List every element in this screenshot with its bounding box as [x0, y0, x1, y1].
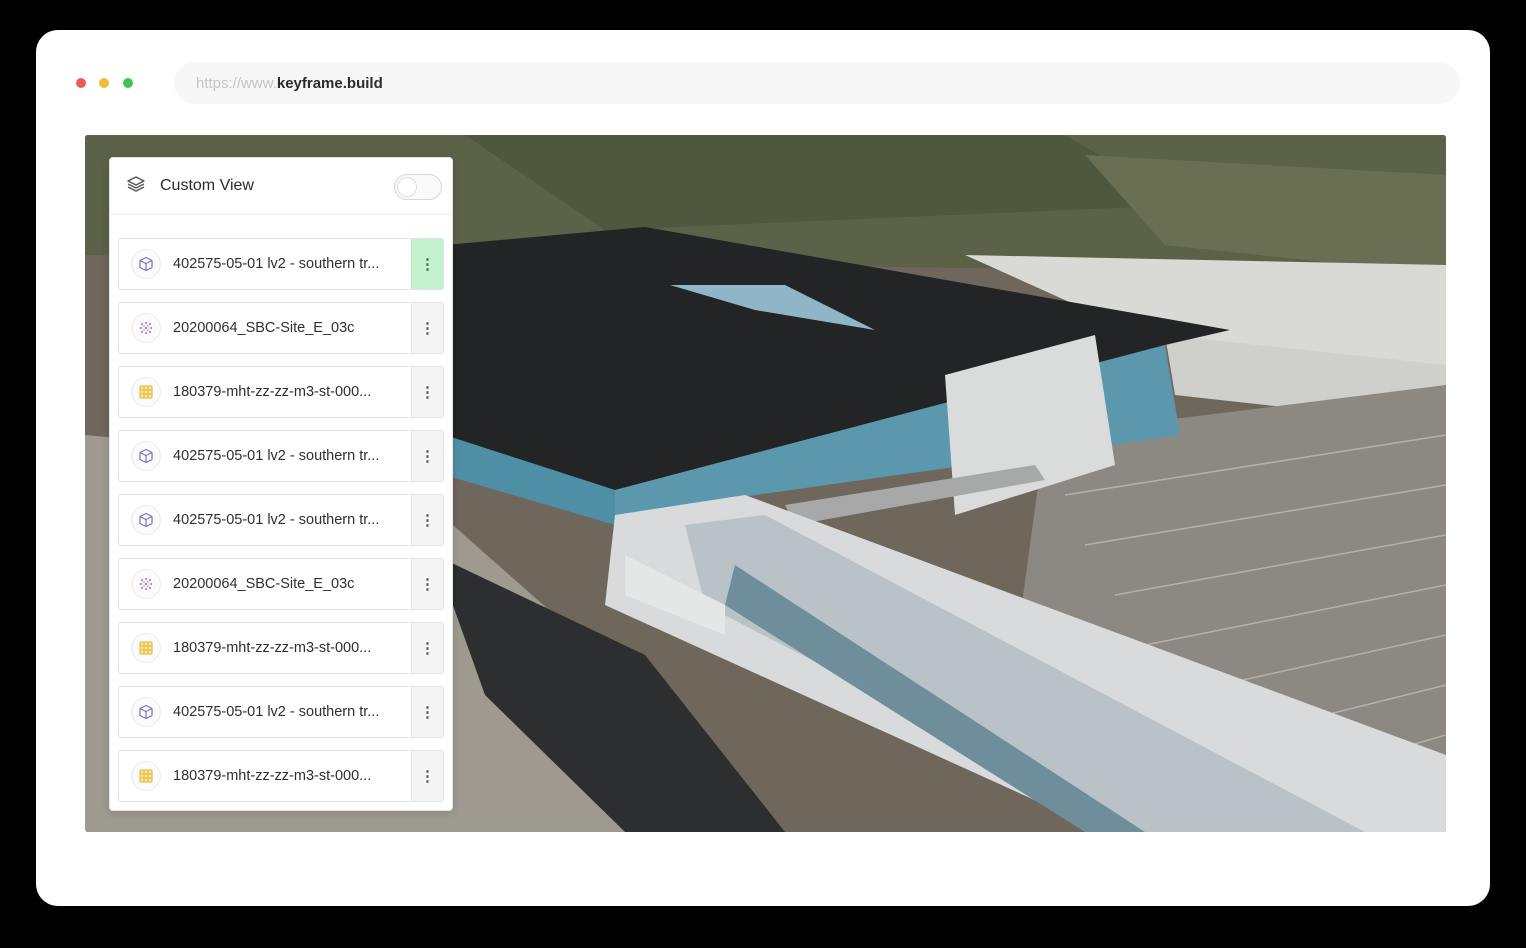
layer-name: 20200064_SBC-Site_E_03c — [173, 576, 355, 592]
layer-more-menu-button[interactable]: ⋮ — [411, 303, 443, 353]
cube-icon — [131, 505, 161, 535]
cube-icon — [131, 441, 161, 471]
cube-icon — [131, 249, 161, 279]
layer-more-menu-button[interactable]: ⋮ — [411, 687, 443, 737]
layer-more-menu-button[interactable]: ⋮ — [411, 431, 443, 481]
address-bar[interactable]: https://www. keyframe.build — [174, 62, 1460, 104]
layer-row[interactable]: 180379-mht-zz-zz-m3-st-000... ⋮ — [118, 750, 444, 802]
minimize-window-button[interactable] — [99, 78, 109, 88]
layer-more-menu-button[interactable]: ⋮ — [411, 751, 443, 801]
layer-row[interactable]: 402575-05-01 lv2 - southern tr... ⋮ — [118, 238, 444, 290]
layer-name: 402575-05-01 lv2 - southern tr... — [173, 512, 380, 528]
custom-view-toggle[interactable] — [394, 174, 442, 200]
layer-row[interactable]: 20200064_SBC-Site_E_03c ⋮ — [118, 302, 444, 354]
layer-row[interactable]: 20200064_SBC-Site_E_03c ⋮ — [118, 558, 444, 610]
layer-more-menu-button[interactable]: ⋮ — [411, 559, 443, 609]
panel-header: Custom View — [110, 158, 452, 215]
layer-name: 402575-05-01 lv2 - southern tr... — [173, 256, 380, 272]
layer-name: 402575-05-01 lv2 - southern tr... — [173, 448, 380, 464]
layer-more-menu-button[interactable]: ⋮ — [411, 367, 443, 417]
layer-name: 20200064_SBC-Site_E_03c — [173, 320, 355, 336]
layer-row[interactable]: 402575-05-01 lv2 - southern tr... ⋮ — [118, 494, 444, 546]
cube-icon — [131, 697, 161, 727]
panel-title: Custom View — [160, 177, 254, 194]
layer-more-menu-button[interactable]: ⋮ — [411, 239, 443, 289]
layer-name: 402575-05-01 lv2 - southern tr... — [173, 704, 380, 720]
url-domain: keyframe.build — [276, 74, 383, 92]
layer-list: 402575-05-01 lv2 - southern tr... ⋮ 202000… — [118, 238, 444, 814]
browser-window: https://www. keyframe.build Custom View … — [36, 30, 1490, 906]
toggle-knob — [397, 177, 417, 197]
layer-name: 180379-mht-zz-zz-m3-st-000... — [173, 640, 372, 656]
layer-row[interactable]: 180379-mht-zz-zz-m3-st-000... ⋮ — [118, 622, 444, 674]
point-cloud-icon — [131, 569, 161, 599]
grid-icon — [131, 761, 161, 791]
3d-map-viewport[interactable]: Custom View 402575-05-01 lv2 - southern … — [85, 135, 1446, 832]
layer-more-menu-button[interactable]: ⋮ — [411, 495, 443, 545]
layer-row[interactable]: 402575-05-01 lv2 - southern tr... ⋮ — [118, 686, 444, 738]
layer-name: 180379-mht-zz-zz-m3-st-000... — [173, 384, 372, 400]
url-prefix: https://www. — [196, 74, 277, 92]
layer-more-menu-button[interactable]: ⋮ — [411, 623, 443, 673]
point-cloud-icon — [131, 313, 161, 343]
close-window-button[interactable] — [76, 78, 86, 88]
layer-row[interactable]: 180379-mht-zz-zz-m3-st-000... ⋮ — [118, 366, 444, 418]
maximize-window-button[interactable] — [123, 78, 133, 88]
layers-panel: Custom View 402575-05-01 lv2 - southern … — [109, 157, 453, 811]
layers-icon — [126, 174, 146, 199]
grid-icon — [131, 633, 161, 663]
layer-row[interactable]: 402575-05-01 lv2 - southern tr... ⋮ — [118, 430, 444, 482]
grid-icon — [131, 377, 161, 407]
layer-name: 180379-mht-zz-zz-m3-st-000... — [173, 768, 372, 784]
